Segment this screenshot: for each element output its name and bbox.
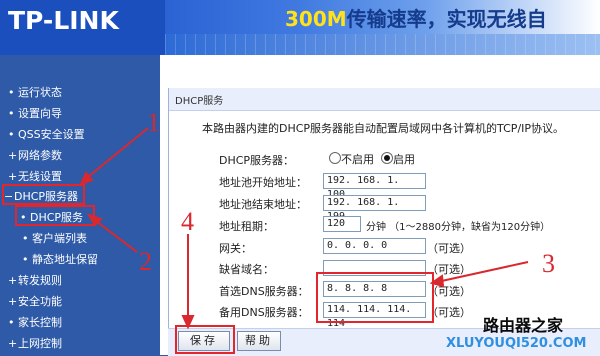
arrow-3 — [436, 261, 529, 283]
annotation-number-4: 4 — [181, 207, 194, 236]
annotation-number-3: 3 — [542, 249, 555, 278]
annotation-number-1: 1 — [147, 108, 160, 137]
arrow-4-head — [181, 315, 195, 330]
watermark-url: XLUYOUQI520.COM — [446, 336, 587, 351]
arrow-3-head — [429, 274, 445, 288]
annotation-number-2: 2 — [139, 247, 152, 276]
annotation-arrows — [79, 127, 529, 330]
watermark-cn: 路由器之家 — [483, 316, 564, 335]
arrow-2 — [91, 217, 138, 253]
arrow-1 — [82, 127, 149, 182]
